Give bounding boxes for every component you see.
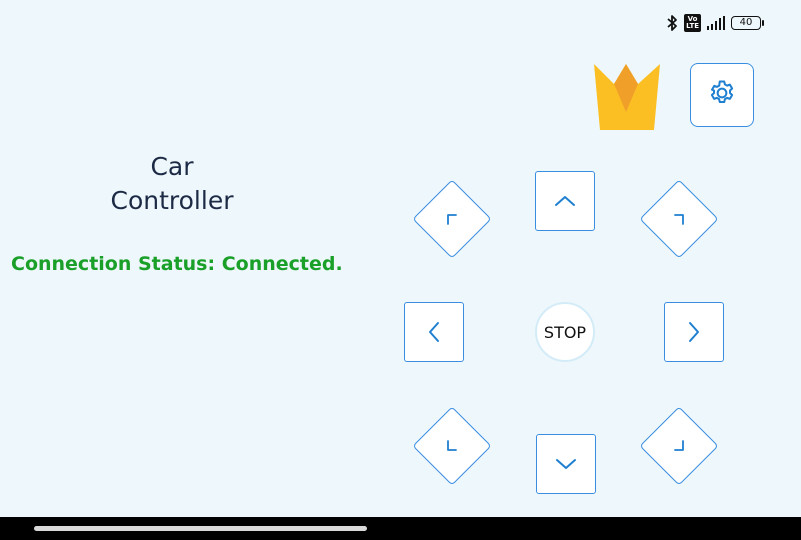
stop-button[interactable]: STOP xyxy=(535,302,595,362)
right-button[interactable] xyxy=(664,302,724,362)
corner-down-right-icon xyxy=(669,436,689,456)
lte-label: LTE xyxy=(686,22,699,30)
settings-button[interactable] xyxy=(690,63,754,127)
chevron-left-icon xyxy=(427,320,441,344)
gear-icon xyxy=(707,78,737,112)
up-button[interactable] xyxy=(535,171,595,231)
page-title: Car Controller xyxy=(82,150,262,218)
battery-level: 40 xyxy=(739,17,753,28)
bluetooth-icon xyxy=(666,14,678,32)
stop-label: STOP xyxy=(543,322,587,342)
crown-icon[interactable] xyxy=(590,60,664,132)
status-bar: Vo LTE 40 xyxy=(666,12,764,34)
up-right-button[interactable] xyxy=(639,179,719,259)
title-line-2: Controller xyxy=(110,186,234,215)
title-line-1: Car xyxy=(150,152,194,181)
chevron-up-icon xyxy=(553,194,577,208)
battery-icon: 40 xyxy=(731,16,764,30)
chevron-down-icon xyxy=(554,457,578,471)
down-right-button[interactable] xyxy=(639,406,719,486)
volte-icon: Vo LTE xyxy=(684,14,701,32)
signal-icon xyxy=(707,16,725,30)
left-button[interactable] xyxy=(404,302,464,362)
chevron-right-icon xyxy=(687,320,701,344)
connection-status: Connection Status: Connected. xyxy=(11,253,343,275)
corner-down-left-icon xyxy=(442,436,462,456)
navigation-bar xyxy=(0,517,801,540)
up-left-button[interactable] xyxy=(412,179,492,259)
down-left-button[interactable] xyxy=(412,406,492,486)
corner-up-left-icon xyxy=(442,209,462,229)
home-indicator[interactable] xyxy=(34,526,367,531)
corner-up-right-icon xyxy=(669,209,689,229)
down-button[interactable] xyxy=(536,434,596,494)
